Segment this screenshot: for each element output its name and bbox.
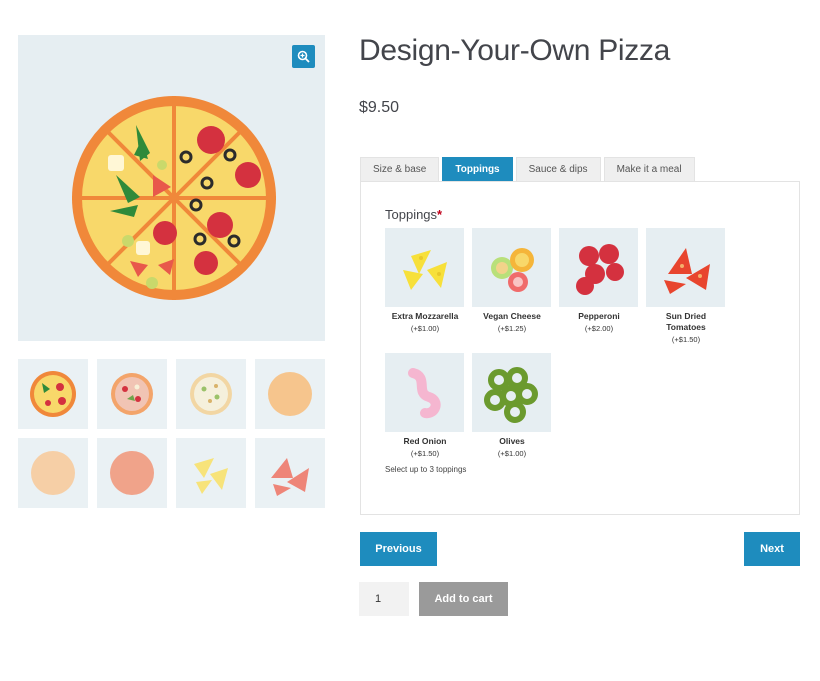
thumbnail[interactable] — [97, 438, 167, 508]
tab-size-base[interactable]: Size & base — [360, 157, 440, 182]
product-main-image[interactable] — [18, 35, 325, 341]
pizza-full-icon — [72, 96, 276, 300]
topping-sun-dried-tomatoes[interactable]: Sun Dried Tomatoes (+$1.50) — [646, 228, 726, 344]
product-title: Design-Your-Own Pizza — [359, 34, 671, 67]
topping-price: (+$1.00) — [410, 324, 440, 333]
tab-make-it-a-meal[interactable]: Make it a meal — [603, 157, 695, 182]
red-onion-icon — [407, 367, 441, 418]
topping-image — [385, 228, 464, 307]
topping-olives[interactable]: Olives (+$1.00) — [472, 353, 552, 458]
cheese-triangles-icon — [194, 458, 228, 494]
topping-name: Red Onion — [403, 436, 447, 446]
topping-red-onion[interactable]: Red Onion (+$1.50) — [385, 353, 465, 458]
pizza-full-icon — [30, 371, 76, 417]
thumbnail[interactable] — [255, 438, 325, 508]
thumbnail[interactable] — [18, 438, 88, 508]
thumbnail[interactable] — [255, 359, 325, 429]
required-marker: * — [437, 207, 443, 222]
topping-image — [559, 228, 638, 307]
topping-name: Extra Mozzarella — [391, 311, 459, 321]
pepperoni-icon — [575, 243, 624, 295]
olives-icon — [483, 366, 538, 423]
pizza-meat-icon — [111, 373, 153, 415]
pizza-white-icon — [190, 373, 232, 415]
cheese-triangles-icon — [402, 249, 447, 290]
product-price: $9.50 — [359, 99, 400, 116]
zoom-button[interactable] — [292, 45, 315, 68]
previous-button[interactable]: Previous — [360, 532, 437, 566]
thumbnail[interactable] — [176, 359, 246, 429]
tomato-slices-icon — [663, 247, 710, 294]
topping-image — [472, 353, 551, 432]
pizza-base-icon — [268, 372, 312, 416]
topping-price: (+$1.00) — [497, 449, 527, 458]
thumbnail[interactable] — [97, 359, 167, 429]
magnify-plus-icon — [297, 50, 310, 63]
toppings-hint: Select up to 3 toppings — [385, 465, 467, 474]
topping-name: Olives — [499, 436, 525, 446]
topping-price: (+$2.00) — [584, 324, 614, 333]
product-tabs: Size & base Toppings Sauce & dips Make i… — [360, 157, 695, 182]
topping-name: Pepperoni — [578, 311, 620, 321]
topping-pepperoni[interactable]: Pepperoni (+$2.00) — [559, 228, 639, 333]
quantity-input[interactable] — [359, 582, 409, 616]
topping-extra-mozzarella[interactable]: Extra Mozzarella (+$1.00) — [385, 228, 465, 333]
thumbnail[interactable] — [176, 438, 246, 508]
topping-price: (+$1.50) — [410, 449, 440, 458]
topping-price: (+$1.25) — [497, 324, 527, 333]
topping-name: Sun Dried Tomatoes — [665, 311, 707, 332]
topping-price: (+$1.50) — [671, 335, 701, 344]
next-button[interactable]: Next — [744, 532, 800, 566]
add-to-cart-button[interactable]: Add to cart — [419, 582, 508, 616]
thumbnail-gallery — [18, 359, 325, 508]
topping-name: Vegan Cheese — [483, 311, 541, 321]
topping-image — [646, 228, 725, 307]
topping-vegan-cheese[interactable]: Vegan Cheese (+$1.25) — [472, 228, 552, 333]
toppings-panel: Toppings* Extra Mozzarella (+$1.00) Vega… — [360, 181, 800, 515]
tab-sauce-dips[interactable]: Sauce & dips — [515, 157, 601, 182]
toppings-heading: Toppings* — [385, 207, 442, 222]
dough-light-icon — [31, 451, 75, 495]
tab-toppings[interactable]: Toppings — [442, 157, 513, 182]
topping-image — [385, 353, 464, 432]
tomato-slices-icon — [271, 458, 309, 496]
thumbnail[interactable] — [18, 359, 88, 429]
toppings-label: Toppings — [385, 207, 438, 222]
topping-image — [472, 228, 551, 307]
dough-red-icon — [110, 451, 154, 495]
vegan-cheese-icon — [490, 247, 534, 292]
